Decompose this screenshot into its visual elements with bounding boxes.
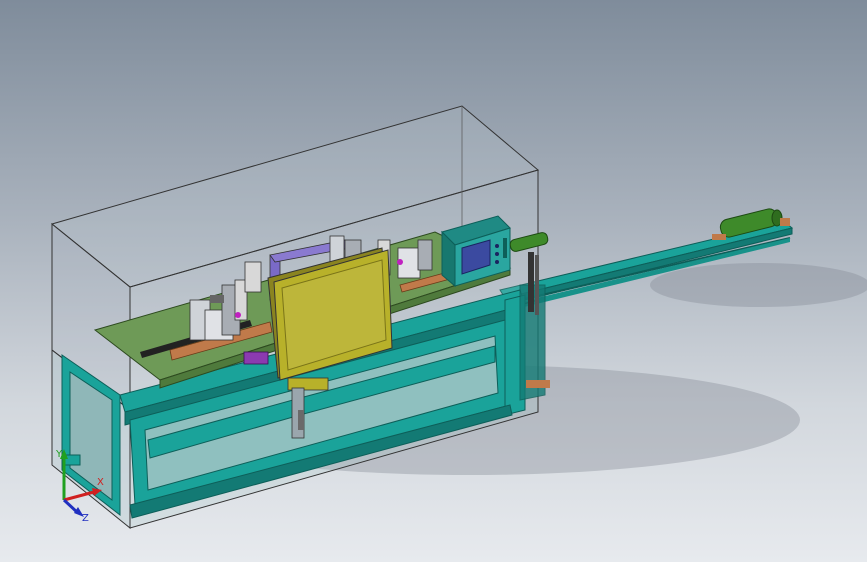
coordinate-triad: Y X Z — [55, 449, 104, 524]
machine-assembly-model[interactable] — [0, 0, 867, 562]
z-axis-label: Z — [82, 513, 89, 524]
y-axis-label: Y — [55, 449, 63, 460]
x-axis-label: X — [97, 477, 104, 488]
rail-shadow — [650, 263, 867, 307]
cad-viewport[interactable]: Y X Z — [0, 0, 867, 562]
x-axis-arrow — [63, 490, 95, 502]
